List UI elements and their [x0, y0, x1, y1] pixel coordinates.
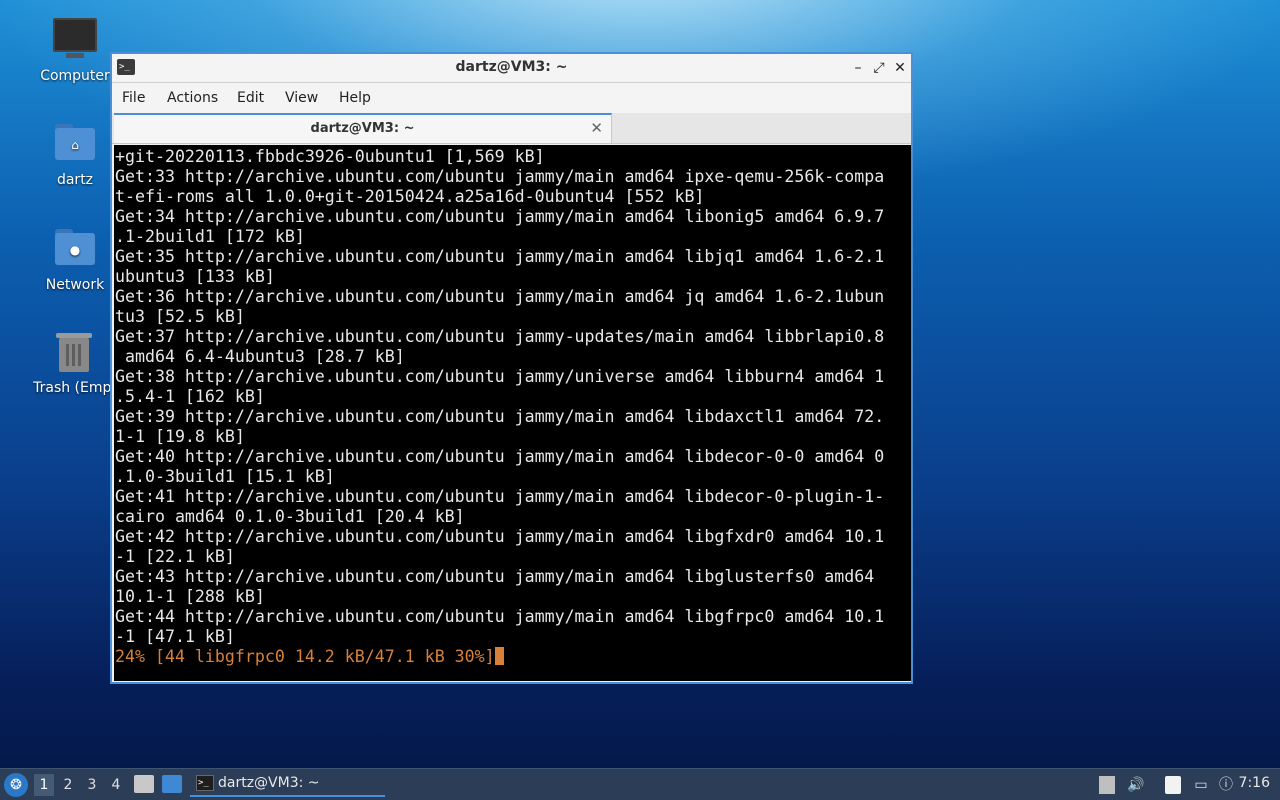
file-manager-launcher-icon[interactable]: [134, 775, 154, 793]
menu-view[interactable]: View: [285, 90, 318, 106]
clipboard-tray-icon[interactable]: [1099, 776, 1115, 794]
taskbar-window-label: dartz@VM3: ~: [218, 775, 320, 791]
terminal-line: +git-20220113.fbbdc3926-0ubuntu1 [1,569 …: [115, 147, 545, 166]
desktop-icon-label: Network: [45, 277, 105, 293]
notes-tray-icon[interactable]: [1165, 776, 1181, 794]
tab-terminal[interactable]: dartz@VM3: ~ ✕: [114, 113, 612, 143]
maximize-button[interactable]: ⤢: [870, 59, 888, 77]
tab-label: dartz@VM3: ~: [310, 121, 415, 136]
workspace-3-button[interactable]: 3: [82, 774, 102, 796]
workspace-1-button[interactable]: 1: [34, 774, 54, 796]
terminal-line: Get:37 http://archive.ubuntu.com/ubuntu …: [115, 327, 885, 346]
menu-actions[interactable]: Actions: [167, 90, 218, 106]
desktop-icon-home[interactable]: ⌂ dartz: [27, 122, 123, 188]
minimize-button[interactable]: –: [849, 59, 867, 77]
terminal-line: .1.0-3build1 [15.1 kB]: [115, 467, 335, 486]
terminal-line: Get:35 http://archive.ubuntu.com/ubuntu …: [115, 247, 885, 266]
terminal-progress-line: 24% [44 libgfrpc0 14.2 kB/47.1 kB 30%]: [115, 647, 911, 667]
terminal-line: -1 [47.1 kB]: [115, 627, 235, 646]
desktop-icon-label: Trash (Empt: [33, 380, 117, 396]
show-desktop-icon[interactable]: [162, 775, 182, 793]
tab-close-icon[interactable]: ✕: [590, 119, 603, 137]
taskbar: ❂ 1 2 3 4 >_ dartz@VM3: ~ 🔊 ▭ ⓘ 7:16: [0, 768, 1280, 800]
terminal-line: .5.4-1 [162 kB]: [115, 387, 265, 406]
taskbar-window-button[interactable]: >_ dartz@VM3: ~: [190, 771, 385, 797]
terminal-line: t-efi-roms all 1.0.0+git-20150424.a25a16…: [115, 187, 705, 206]
terminal-output[interactable]: +git-20220113.fbbdc3926-0ubuntu1 [1,569 …: [114, 145, 911, 681]
terminal-line: Get:33 http://archive.ubuntu.com/ubuntu …: [115, 167, 885, 186]
notification-icon[interactable]: ⓘ: [1217, 775, 1235, 795]
workspace-4-button[interactable]: 4: [106, 774, 126, 796]
tab-bar: dartz@VM3: ~ ✕: [112, 113, 911, 144]
terminal-task-icon: >_: [196, 775, 214, 791]
menu-file[interactable]: File: [122, 90, 145, 106]
terminal-line: Get:41 http://archive.ubuntu.com/ubuntu …: [115, 487, 885, 506]
terminal-progress-text: 24% [44 libgfrpc0 14.2 kB/47.1 kB 30%]: [115, 647, 495, 666]
terminal-window[interactable]: >_ dartz@VM3: ~ – ⤢ ✕ File Actions Edit …: [110, 52, 913, 684]
terminal-line: Get:40 http://archive.ubuntu.com/ubuntu …: [115, 447, 885, 466]
terminal-line: .1-2build1 [172 kB]: [115, 227, 305, 246]
network-folder-icon: ●: [53, 227, 97, 271]
workspace-2-button[interactable]: 2: [58, 774, 78, 796]
menu-edit[interactable]: Edit: [237, 90, 264, 106]
terminal-line: cairo amd64 0.1.0-3build1 [20.4 kB]: [115, 507, 465, 526]
terminal-line: 1-1 [19.8 kB]: [115, 427, 245, 446]
trash-icon: [53, 330, 97, 374]
terminal-line: tu3 [52.5 kB]: [115, 307, 245, 326]
terminal-cursor: [494, 647, 504, 665]
computer-icon: [53, 18, 97, 62]
menu-help[interactable]: Help: [339, 90, 371, 106]
terminal-line: Get:43 http://archive.ubuntu.com/ubuntu …: [115, 567, 875, 586]
network-tray-icon[interactable]: ▭: [1191, 775, 1211, 795]
terminal-line: Get:36 http://archive.ubuntu.com/ubuntu …: [115, 287, 885, 306]
home-folder-icon: ⌂: [53, 122, 97, 166]
terminal-line: 10.1-1 [288 kB]: [115, 587, 265, 606]
volume-icon[interactable]: 🔊: [1126, 775, 1146, 795]
terminal-line: -1 [22.1 kB]: [115, 547, 235, 566]
terminal-line: Get:38 http://archive.ubuntu.com/ubuntu …: [115, 367, 885, 386]
window-titlebar[interactable]: >_ dartz@VM3: ~ – ⤢ ✕: [112, 54, 911, 83]
desktop-icon-network[interactable]: ● Network: [27, 227, 123, 293]
desktop-icon-label: dartz: [56, 172, 94, 188]
menubar: File Actions Edit View Help: [112, 83, 911, 113]
window-title: dartz@VM3: ~: [455, 59, 568, 75]
desktop-icon-label: Computer: [40, 68, 110, 84]
terminal-line: Get:39 http://archive.ubuntu.com/ubuntu …: [115, 407, 885, 426]
terminal-line: Get:44 http://archive.ubuntu.com/ubuntu …: [115, 607, 885, 626]
close-button[interactable]: ✕: [891, 59, 909, 77]
desktop-icon-trash[interactable]: Trash (Empt: [27, 330, 123, 396]
terminal-line: ubuntu3 [133 kB]: [115, 267, 275, 286]
desktop-icon-computer[interactable]: Computer: [27, 18, 123, 84]
terminal-line: Get:42 http://archive.ubuntu.com/ubuntu …: [115, 527, 885, 546]
start-menu-icon[interactable]: ❂: [4, 773, 28, 797]
terminal-line: amd64 6.4-4ubuntu3 [28.7 kB]: [115, 347, 405, 366]
terminal-line: Get:34 http://archive.ubuntu.com/ubuntu …: [115, 207, 885, 226]
clock[interactable]: 7:16: [1239, 775, 1270, 791]
